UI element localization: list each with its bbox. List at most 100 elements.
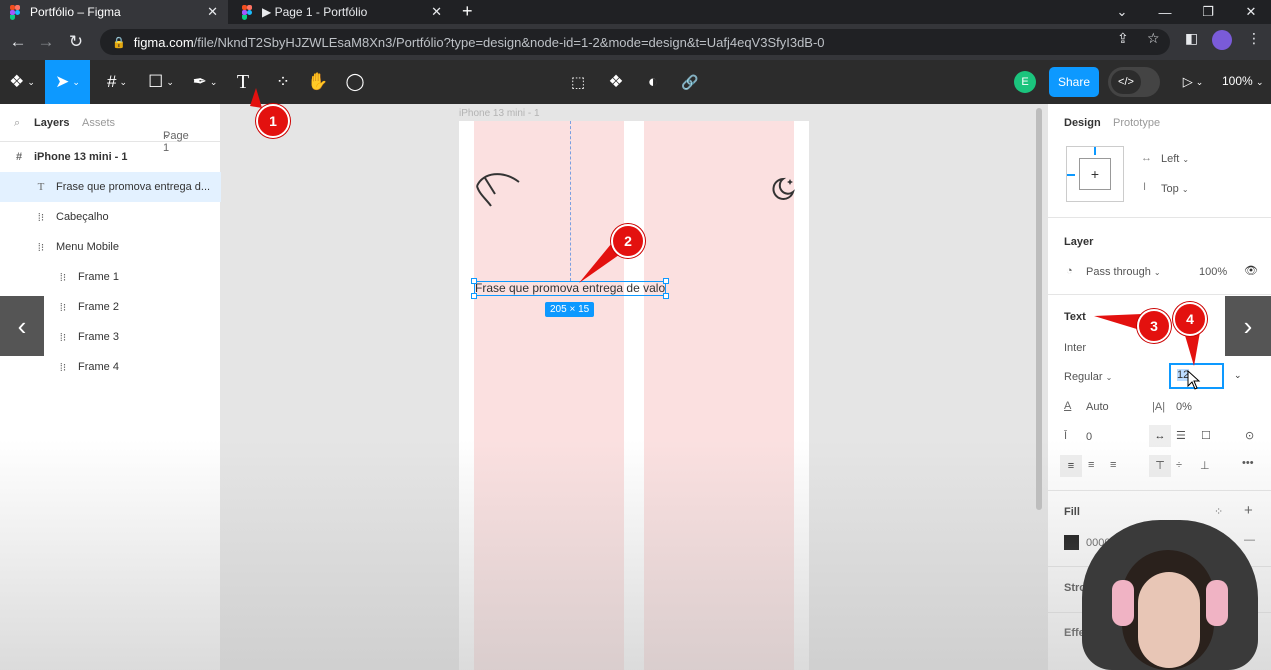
share-page-icon[interactable]: ⇪ (1117, 30, 1129, 47)
frame-icon: # (106, 72, 117, 91)
previous-slide-button[interactable]: ‹ (0, 296, 44, 356)
restore-icon[interactable]: ❐ (1188, 0, 1228, 24)
align-bottom-icon[interactable]: ⊥ (1200, 459, 1210, 472)
align-left-icon[interactable]: ≡ (1060, 455, 1082, 477)
line-height-input[interactable]: Auto (1086, 401, 1109, 413)
layer-item[interactable]: # iPhone 13 mini - 1 (0, 142, 221, 172)
chevron-down-icon: ⌄ (1195, 76, 1204, 87)
resize-handle[interactable] (663, 293, 669, 299)
sidebar-icon[interactable]: ◧ (1185, 30, 1198, 47)
resize-handle[interactable] (471, 293, 477, 299)
present-button[interactable]: ▷ ⌄ (1176, 60, 1210, 104)
profile-avatar[interactable] (1212, 30, 1232, 50)
layer-item[interactable]: ⁞⁝ Frame 4 (0, 352, 221, 382)
tab-prototype[interactable]: Prototype (1113, 117, 1160, 129)
chevron-down-icon[interactable]: ⌄ (1234, 370, 1242, 381)
zoom-level[interactable]: 100% ⌄ (1222, 74, 1264, 88)
tab-layers[interactable]: Layers (34, 117, 69, 129)
frame-label[interactable]: iPhone 13 mini - 1 (459, 108, 540, 119)
chevron-down-icon: ⌄ (1182, 155, 1190, 164)
letter-spacing-input[interactable]: 0% (1176, 401, 1192, 413)
add-fill-icon[interactable]: + (1244, 502, 1253, 519)
link-button[interactable]: 🔗 (678, 60, 702, 104)
eye-icon[interactable]: 👁 (1244, 264, 1258, 277)
design-canvas[interactable]: iPhone 13 mini - 1 Frase que promova ent… (221, 104, 1042, 670)
frame-tool-button[interactable]: # ⌄ (98, 60, 136, 104)
line-height-icon: A (1064, 400, 1072, 412)
align-right-icon[interactable]: ≡ (1110, 459, 1116, 471)
font-weight-select[interactable]: Regular ⌄ (1064, 371, 1112, 383)
text-section-title: Text (1064, 311, 1086, 323)
next-slide-button[interactable]: › (1225, 296, 1271, 356)
remove-fill-icon[interactable]: — (1244, 534, 1255, 546)
more-options-icon[interactable]: ••• (1242, 457, 1254, 469)
moon-icon[interactable] (769, 176, 797, 204)
styles-icon[interactable]: ⁘ (1214, 505, 1223, 518)
pen-tool-button[interactable]: ✒ ⌄ (186, 60, 224, 104)
paragraph-spacing-input[interactable]: 0 (1086, 431, 1092, 443)
layers-panel: ⌕ Layers Assets Page 1 ⌄ # iPhone 13 mini… (0, 104, 221, 670)
font-family-select[interactable]: Inter (1064, 342, 1086, 354)
resize-handle[interactable] (663, 278, 669, 284)
auto-width-icon[interactable]: ↔ (1149, 425, 1171, 447)
resize-handle[interactable] (471, 278, 477, 284)
search-icon[interactable]: ⌕ (14, 117, 20, 130)
tab-assets[interactable]: Assets (82, 117, 115, 129)
dev-mode-toggle[interactable]: </> (1108, 67, 1160, 97)
hand-tool-button[interactable]: ✋ (305, 60, 331, 104)
canvas-scrollbar[interactable] (1036, 108, 1042, 510)
url-input[interactable]: 🔒 figma.com /file/NkndT2SbyHJZWLEsaM8Xn3… (100, 29, 1170, 55)
vertical-constraint-select[interactable]: Top ⌄ (1161, 183, 1189, 195)
menu-kebab-icon[interactable]: ⋮ (1247, 30, 1261, 47)
hand-icon: ✋ (307, 72, 329, 91)
component-button[interactable]: ❖ (604, 60, 628, 104)
layer-label: Frame 3 (78, 331, 119, 343)
auto-height-icon[interactable]: ☰ (1176, 429, 1186, 442)
layer-item[interactable]: ⁞⁝ Menu Mobile (0, 232, 221, 262)
horizontal-constraint-select[interactable]: Left ⌄ (1161, 153, 1189, 165)
layer-item[interactable]: ⁞⁝ Cabeçalho (0, 202, 221, 232)
auto-layout-icon: ⁞⁝ (37, 241, 45, 254)
shape-tool-button[interactable]: ☐ ⌄ (142, 60, 180, 104)
close-window-icon[interactable]: ✕ (1231, 0, 1271, 24)
opacity-input[interactable]: 100% (1199, 266, 1227, 278)
user-avatar[interactable]: E (1014, 71, 1036, 93)
back-icon[interactable]: ← (6, 30, 30, 54)
text-settings-icon[interactable]: ⊙ (1245, 429, 1254, 442)
resources-button[interactable]: ⁘ (270, 60, 296, 104)
close-tab-icon[interactable]: ✕ (207, 4, 218, 20)
vertical-constraint-icon: I (1143, 181, 1147, 193)
selected-text-layer[interactable]: Frase que promova entrega de valor (474, 281, 666, 296)
move-tool-button[interactable]: ➤ ⌄ (45, 60, 90, 104)
main-menu-button[interactable]: ❖ ⌄ (0, 60, 44, 104)
new-tab-icon[interactable]: + (462, 1, 473, 22)
fill-swatch[interactable] (1064, 535, 1079, 550)
share-button[interactable]: Share (1049, 67, 1099, 97)
browser-tab-page[interactable]: ▶ Page 1 - Portfólio ✕ (232, 0, 452, 24)
browser-tab-figma[interactable]: Portfólio – Figma ✕ (0, 0, 228, 24)
mask-button[interactable]: ◐ (641, 60, 665, 104)
presenter-face (1138, 572, 1200, 668)
tab-design[interactable]: Design (1064, 117, 1101, 129)
align-center-icon[interactable]: ≡ (1088, 459, 1094, 471)
component-frame-button[interactable]: ⬚ (566, 60, 590, 104)
text-tool-button[interactable]: T (230, 60, 256, 104)
reload-icon[interactable]: ↻ (64, 30, 88, 54)
bookmark-star-icon[interactable]: ☆ (1147, 30, 1160, 47)
minimize-icon[interactable]: — (1145, 0, 1185, 24)
layer-item[interactable]: ⁞⁝ Frame 1 (0, 262, 221, 292)
chevron-down-icon[interactable]: ⌄ (1102, 0, 1142, 24)
fixed-size-icon[interactable]: ☐ (1201, 429, 1211, 442)
layer-item[interactable]: T Frase que promova entrega d... (0, 172, 221, 202)
browser-tab-strip: Portfólio – Figma ✕ ▶ Page 1 - Portfólio… (0, 0, 1271, 24)
constraints-widget[interactable]: + (1066, 146, 1124, 202)
blend-mode-select[interactable]: Pass through ⌄ (1086, 266, 1161, 278)
comment-tool-button[interactable]: ◯ (342, 60, 368, 104)
align-top-icon[interactable]: ⊤ (1149, 455, 1171, 477)
close-tab-icon[interactable]: ✕ (431, 4, 442, 20)
url-path: /file/NkndT2SbyHJZWLEsaM8Xn3/Portfólio?t… (193, 34, 825, 50)
dimensions-badge: 205 × 15 (545, 302, 595, 317)
align-middle-icon[interactable]: ÷ (1176, 459, 1182, 471)
forward-icon[interactable]: → (34, 30, 58, 54)
text-icon: T (37, 181, 45, 193)
